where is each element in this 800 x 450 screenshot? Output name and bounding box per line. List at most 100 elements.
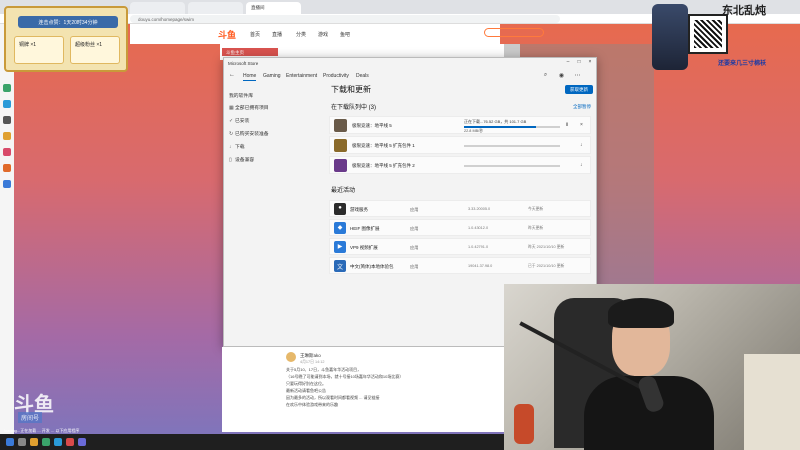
app-icon[interactable]: [30, 438, 38, 446]
download-icon[interactable]: ↓: [580, 162, 583, 168]
sidebar-item-purchased[interactable]: ↻ 已购买安装准备: [229, 130, 269, 137]
start-icon[interactable]: [6, 438, 14, 446]
app-icon[interactable]: [3, 132, 11, 140]
nav-link[interactable]: 分类: [296, 31, 306, 38]
sidebar-item-installed[interactable]: ✓ 已安装: [229, 117, 249, 124]
tab-deals[interactable]: Deals: [356, 73, 369, 79]
nav-link[interactable]: 直播: [272, 31, 282, 38]
app-icon[interactable]: [3, 180, 11, 188]
download-row[interactable]: 极限竞速：地平线 5 扩充包件 1 ↓: [329, 136, 591, 154]
minimize-icon[interactable]: –: [564, 59, 572, 67]
app-icon[interactable]: [66, 438, 74, 446]
overlay-title: 连击点赞：1天20时34分钟: [18, 16, 118, 28]
sidebar-item-downloads[interactable]: ↓ 下载: [229, 143, 245, 150]
figurine: [514, 404, 534, 444]
app-icon[interactable]: [3, 148, 11, 156]
download-row[interactable]: 极限竞速：地平线 5 正在下载...76.52 GB，共 101.7 GB 22…: [329, 116, 591, 134]
sidebar-item-label: 设备兼容: [235, 158, 255, 163]
activity-version: 3.33.20005.0: [468, 207, 491, 211]
store-navbar: ← Home Gaming Entertainment Productivity…: [224, 70, 596, 82]
comment-line: （16号晚了可能请到本场，就十号接10场嘉年华活动和10场比赛）: [286, 374, 404, 379]
activity-name: VP9 视频扩展: [350, 245, 378, 250]
page-title: 下载和更新: [331, 85, 371, 94]
sidebar-tag[interactable]: 斗鱼主页: [222, 48, 278, 56]
window-titlebar: Microsoft Store – □ ×: [224, 58, 596, 68]
more-icon[interactable]: ⋯: [574, 72, 581, 79]
close-icon[interactable]: ×: [586, 59, 594, 67]
close-icon[interactable]: ×: [580, 122, 583, 128]
character-figure: [652, 4, 688, 70]
search-input[interactable]: [484, 28, 544, 37]
app-icon[interactable]: [3, 84, 11, 92]
progress-bar: [464, 145, 560, 147]
tab-productivity[interactable]: Productivity: [323, 73, 349, 79]
browser-tab[interactable]: [188, 2, 243, 14]
download-icon[interactable]: ↓: [580, 142, 583, 148]
tab-entertainment[interactable]: Entertainment: [286, 73, 317, 79]
activity-row[interactable]: ● 游戏服务 应用 3.33.20005.0 今天更新: [329, 200, 591, 217]
app-icon[interactable]: [42, 438, 50, 446]
account-icon[interactable]: ◉: [558, 72, 565, 79]
search-icon[interactable]: ⌕: [542, 72, 549, 79]
activity-date: 昨天 2021/10/10 更新: [528, 245, 565, 249]
window-title: Microsoft Store: [228, 61, 259, 66]
reward-card: 超级粉丝 ×1: [70, 36, 120, 64]
app-icon[interactable]: [3, 100, 11, 108]
pause-icon[interactable]: Ⅱ: [566, 122, 568, 128]
download-name: 极限竞速：地平线 5 扩充包件 1: [352, 143, 415, 148]
sidebar-item-label: 全部已拥有项目: [235, 106, 269, 111]
app-icon[interactable]: [54, 438, 62, 446]
nav-link[interactable]: 游戏: [318, 31, 328, 38]
activity-row[interactable]: ▶ VP9 视频扩展 应用 1.0.42791.0 昨天 2021/10/10 …: [329, 238, 591, 255]
back-arrow-icon[interactable]: ←: [229, 72, 235, 78]
activity-date: 昨天更新: [528, 226, 544, 230]
url-field[interactable]: douyu.com/homepage/swim: [130, 15, 560, 23]
qr-pattern: [694, 20, 722, 48]
avatar[interactable]: [286, 352, 296, 362]
activity-date: 今天更新: [528, 207, 544, 211]
video-extension-icon: ▶: [334, 241, 346, 253]
app-icon[interactable]: [3, 116, 11, 124]
app-icon[interactable]: [3, 164, 11, 172]
douyu-logo[interactable]: 斗鱼: [218, 28, 236, 41]
library-sidebar: 我的软件库 ▦全部已拥有项目 ✓ 已安装 ↻ 已购买安装准备 ↓ 下载 ▯ 设备兼容: [227, 90, 323, 340]
activity-type: 应用: [410, 226, 419, 231]
pause-all-link[interactable]: 全部暂停: [573, 104, 591, 110]
streamer-subtitle: 还要来几三寸棉袄: [718, 61, 767, 67]
download-name: 极限竞速：地平线 5: [352, 123, 392, 128]
reward-label: 铜牌 ×1: [19, 42, 37, 48]
game-thumbnail: [334, 119, 347, 132]
activity-row[interactable]: ◆ HEIF 图像扩展 应用 1.0.43012.0 昨天更新: [329, 219, 591, 236]
download-name: 极限竞速：地平线 5 扩充包件 2: [352, 163, 415, 168]
gaming-services-icon: ●: [334, 203, 346, 215]
comment-username[interactable]: 王琳斯ako: [300, 353, 321, 359]
app-icon[interactable]: [18, 438, 26, 446]
download-status: 正在下载...76.52 GB，共 101.7 GB: [464, 119, 527, 124]
browser-tab-active[interactable]: 直播间: [246, 2, 301, 14]
get-updates-button[interactable]: 获取更新: [565, 85, 593, 94]
nav-link[interactable]: 首页: [250, 31, 260, 38]
comment-line: 关于5月10、17日，斗鱼嘉年华活动项目，: [286, 367, 362, 372]
activity-row[interactable]: 文 中文(简体)本地体验包 应用 19041.37.98.0 已于 2021/1…: [329, 257, 591, 274]
browser-tab[interactable]: [130, 2, 185, 14]
gift-overlay-widget: 连击点赞：1天20时34分钟 铜牌 ×1 超级粉丝 ×1: [4, 6, 128, 72]
streamer-title: 东北乱炖: [722, 5, 766, 17]
download-row[interactable]: 极限竞速：地平线 5 扩充包件 2 ↓: [329, 156, 591, 174]
activity-type: 应用: [410, 264, 419, 269]
sidebar-item-all[interactable]: ▦全部已拥有项目: [229, 104, 269, 111]
comment-line: 因为最多的活动，所以观看时间都看视频 ... 请见链接: [286, 395, 380, 400]
maximize-icon[interactable]: □: [575, 59, 583, 67]
progress-bar: [464, 126, 560, 128]
app-icon[interactable]: [78, 438, 86, 446]
room-number-label: 房间号: [18, 412, 43, 423]
douyu-header: 斗鱼 首页 直播 分类 游戏 鱼吧: [130, 24, 544, 44]
streamer-widget: 东北乱炖 还要来几三寸棉袄: [652, 0, 800, 74]
nav-link[interactable]: 鱼吧: [340, 31, 350, 38]
background-shelf: [744, 354, 800, 450]
activity-name: 游戏服务: [350, 207, 368, 212]
game-thumbnail: [334, 159, 347, 172]
tab-home[interactable]: Home: [243, 73, 257, 81]
sidebar-item-devices[interactable]: ▯ 设备兼容: [229, 156, 254, 163]
language-pack-icon: 文: [334, 260, 346, 272]
tab-gaming[interactable]: Gaming: [263, 73, 281, 79]
